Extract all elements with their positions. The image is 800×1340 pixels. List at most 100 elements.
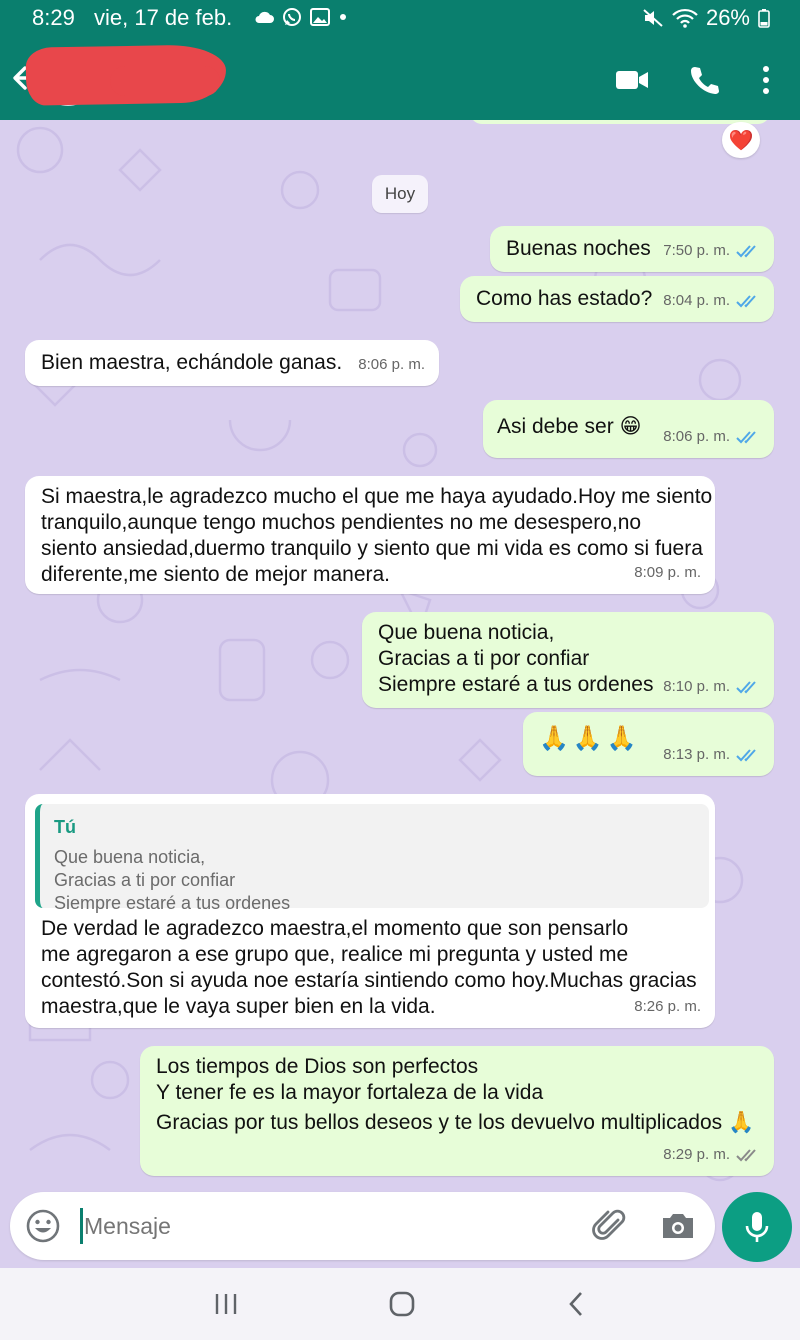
message-line: maestra,que le vaya super bien en la vid… bbox=[41, 995, 436, 1018]
dot-icon bbox=[340, 14, 346, 20]
more-vert-icon bbox=[763, 66, 769, 94]
voice-call-button[interactable] bbox=[684, 60, 724, 100]
message-meta: 7:50 p. m. bbox=[663, 238, 760, 264]
message-time: 8:10 p. m. bbox=[663, 678, 730, 695]
redacted-contact-name-extra bbox=[110, 66, 220, 96]
message-input[interactable] bbox=[84, 1208, 564, 1244]
status-date: vie, 17 de feb. bbox=[94, 5, 233, 30]
message-bubble-incoming[interactable]: Si maestra,le agradezco mucho el que me … bbox=[25, 476, 715, 594]
message-bubble-outgoing[interactable]: Los tiempos de Dios son perfectos Y tene… bbox=[140, 1046, 774, 1176]
recent-apps-button[interactable] bbox=[206, 1286, 246, 1322]
battery-icon bbox=[758, 9, 770, 28]
text-caret bbox=[80, 1208, 83, 1244]
android-nav-bar bbox=[0, 1268, 800, 1340]
message-meta: 8:13 p. m. bbox=[663, 742, 760, 768]
message-line: me agregaron a ese grupo que, realice mi… bbox=[41, 943, 629, 966]
message-composer[interactable] bbox=[10, 1192, 715, 1260]
microphone-icon bbox=[745, 1212, 769, 1242]
message-text: Como has estado? bbox=[476, 287, 653, 310]
emoji-button[interactable] bbox=[24, 1207, 62, 1245]
paperclip-icon bbox=[592, 1209, 626, 1240]
message-line: siento ansiedad,duermo tranquilo y sient… bbox=[41, 537, 703, 560]
more-options-button[interactable] bbox=[746, 60, 786, 100]
date-divider: Hoy bbox=[372, 175, 428, 213]
message-time: 8:13 p. m. bbox=[663, 746, 730, 763]
message-line: Los tiempos de Dios son perfectos bbox=[156, 1055, 479, 1078]
voice-note-button[interactable] bbox=[722, 1192, 792, 1262]
battery-percent: 26% bbox=[705, 5, 750, 30]
message-time: 8:26 p. m. bbox=[634, 998, 701, 1015]
message-time: 8:04 p. m. bbox=[663, 292, 730, 309]
message-bubble-outgoing[interactable]: Asi debe ser 😁 8:06 p. m. bbox=[483, 400, 774, 458]
message-meta: 8:29 p. m. bbox=[663, 1142, 760, 1168]
whatsapp-icon bbox=[283, 8, 301, 26]
message-line: contestó.Son si ayuda noe estaría sintie… bbox=[41, 969, 697, 992]
emoji-icon bbox=[26, 1209, 60, 1243]
message-meta: 8:06 p. m. bbox=[663, 424, 760, 450]
status-time: 8:29 bbox=[32, 5, 75, 30]
home-icon bbox=[389, 1291, 415, 1317]
camera-icon bbox=[663, 1214, 693, 1238]
message-time: 8:09 p. m. bbox=[634, 564, 701, 581]
message-line: Que buena noticia, bbox=[378, 621, 555, 644]
message-line: tranquilo,aunque tengo muchos pendientes… bbox=[41, 511, 642, 534]
heart-icon: ❤️ bbox=[728, 129, 754, 152]
message-line: Gracias por tus bellos deseos y te los d… bbox=[156, 1111, 755, 1134]
quoted-message[interactable]: Tú Que buena noticia, Gracias a ti por c… bbox=[35, 804, 709, 913]
delivered-ticks-icon bbox=[736, 1149, 756, 1162]
read-ticks-icon bbox=[736, 245, 756, 258]
home-button[interactable] bbox=[382, 1286, 422, 1322]
read-ticks-icon bbox=[736, 681, 756, 694]
message-time: 8:06 p. m. bbox=[663, 428, 730, 445]
quote-line: Siempre estaré a tus ordenes bbox=[54, 893, 291, 913]
gallery-icon bbox=[310, 8, 330, 26]
message-line: De verdad le agradezco maestra,el moment… bbox=[41, 917, 629, 940]
message-text: Bien maestra, echándole ganas. bbox=[41, 351, 343, 374]
system-icons: 26% bbox=[642, 5, 770, 31]
read-ticks-icon bbox=[736, 295, 756, 308]
composer-bar bbox=[0, 1190, 800, 1268]
chat-area[interactable]: ❤️ Hoy Buenas noches 7:50 p. m. Como has… bbox=[0, 120, 800, 1190]
message-text: Buenas noches bbox=[506, 237, 651, 260]
message-line: diferente,me siento de mejor manera. bbox=[41, 563, 391, 586]
message-meta: 8:06 p. m. bbox=[358, 352, 425, 378]
message-bubble-outgoing[interactable]: Que buena noticia, Gracias a ti por conf… bbox=[362, 612, 774, 708]
camera-button[interactable] bbox=[658, 1206, 698, 1246]
video-call-icon bbox=[616, 71, 648, 89]
message-bubble-incoming[interactable]: Bien maestra, echándole ganas. 8:06 p. m… bbox=[25, 340, 439, 386]
message-bubble-outgoing[interactable]: Buenas noches 7:50 p. m. bbox=[490, 226, 774, 272]
mute-icon bbox=[643, 9, 663, 27]
chat-header bbox=[0, 36, 800, 120]
message-bubble-outgoing[interactable]: Como has estado? 8:04 p. m. bbox=[460, 276, 774, 322]
message-line: Y tener fe es la mayor fortaleza de la v… bbox=[156, 1081, 544, 1104]
wifi-icon bbox=[672, 8, 698, 28]
chevron-left-icon bbox=[569, 1292, 582, 1316]
message-text: 🙏🙏🙏 bbox=[539, 725, 641, 752]
message-meta: 8:04 p. m. bbox=[663, 288, 760, 314]
recents-icon bbox=[215, 1294, 237, 1314]
message-line: Si maestra,le agradezco mucho el que me … bbox=[41, 485, 713, 508]
video-call-button[interactable] bbox=[612, 60, 652, 100]
heart-reaction[interactable]: ❤️ bbox=[722, 122, 760, 158]
message-line: Gracias a ti por confiar bbox=[378, 647, 590, 670]
message-meta: 8:10 p. m. bbox=[663, 674, 760, 700]
attach-button[interactable] bbox=[590, 1206, 630, 1246]
message-text: Asi debe ser 😁 bbox=[497, 415, 642, 438]
message-meta: 8:26 p. m. bbox=[634, 994, 701, 1020]
message-bubble-incoming[interactable]: Tú Que buena noticia, Gracias a ti por c… bbox=[25, 794, 715, 1028]
read-ticks-icon bbox=[736, 749, 756, 762]
previous-message-edge bbox=[470, 120, 770, 124]
message-line: Siempre estaré a tus ordenes bbox=[378, 673, 654, 696]
back-nav-button[interactable] bbox=[556, 1286, 596, 1322]
message-time: 8:06 p. m. bbox=[358, 356, 425, 373]
notification-icons bbox=[254, 7, 348, 27]
status-bar: 8:29 vie, 17 de feb. 26% bbox=[0, 0, 800, 36]
message-time: 8:29 p. m. bbox=[663, 1146, 730, 1163]
message-time: 7:50 p. m. bbox=[663, 242, 730, 259]
quote-author: Tú bbox=[54, 817, 76, 837]
phone-icon bbox=[691, 67, 719, 94]
cloud-icon bbox=[255, 11, 274, 23]
message-bubble-outgoing[interactable]: 🙏🙏🙏 8:13 p. m. bbox=[523, 712, 774, 776]
message-meta: 8:09 p. m. bbox=[634, 560, 701, 586]
read-ticks-icon bbox=[736, 431, 756, 444]
